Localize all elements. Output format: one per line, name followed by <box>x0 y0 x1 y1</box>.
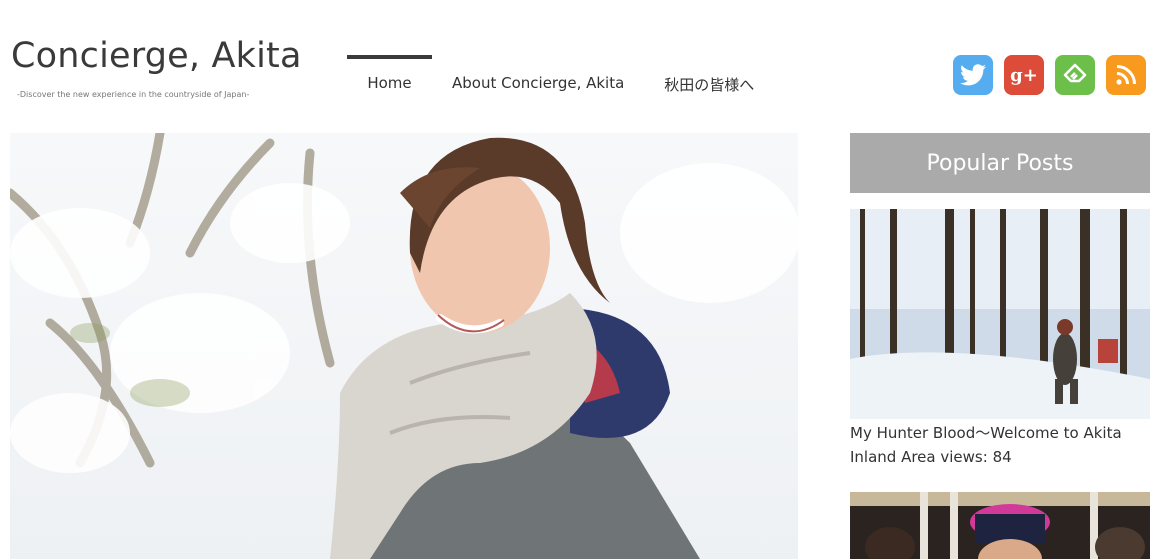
site-title[interactable]: Concierge, Akita <box>11 36 302 76</box>
main-nav: Home About Concierge, Akita 秋田の皆様へ <box>347 55 754 95</box>
popular-post-views: views: 84 <box>940 448 1012 466</box>
popular-post-item[interactable]: My Hunter Blood〜Welcome to Akita Inland … <box>850 421 1150 469</box>
nav-item-about[interactable]: About Concierge, Akita <box>452 55 624 95</box>
popular-post-thumbnail[interactable] <box>850 209 1150 419</box>
rss-icon[interactable] <box>1106 55 1146 95</box>
popular-posts-heading: Popular Posts <box>850 133 1150 193</box>
site-description: -Discover the new experience in the coun… <box>17 90 250 99</box>
google-plus-icon[interactable]: g+ <box>1004 55 1044 95</box>
feedly-icon[interactable] <box>1055 55 1095 95</box>
social-links: g+ <box>953 55 1146 95</box>
hero-image[interactable] <box>10 133 798 559</box>
google-plus-glyph: g+ <box>1010 64 1038 86</box>
popular-post-thumbnail-2[interactable] <box>850 492 1150 559</box>
nav-item-akita-residents[interactable]: 秋田の皆様へ <box>664 55 754 95</box>
nav-item-home[interactable]: Home <box>347 55 432 95</box>
twitter-icon[interactable] <box>953 55 993 95</box>
